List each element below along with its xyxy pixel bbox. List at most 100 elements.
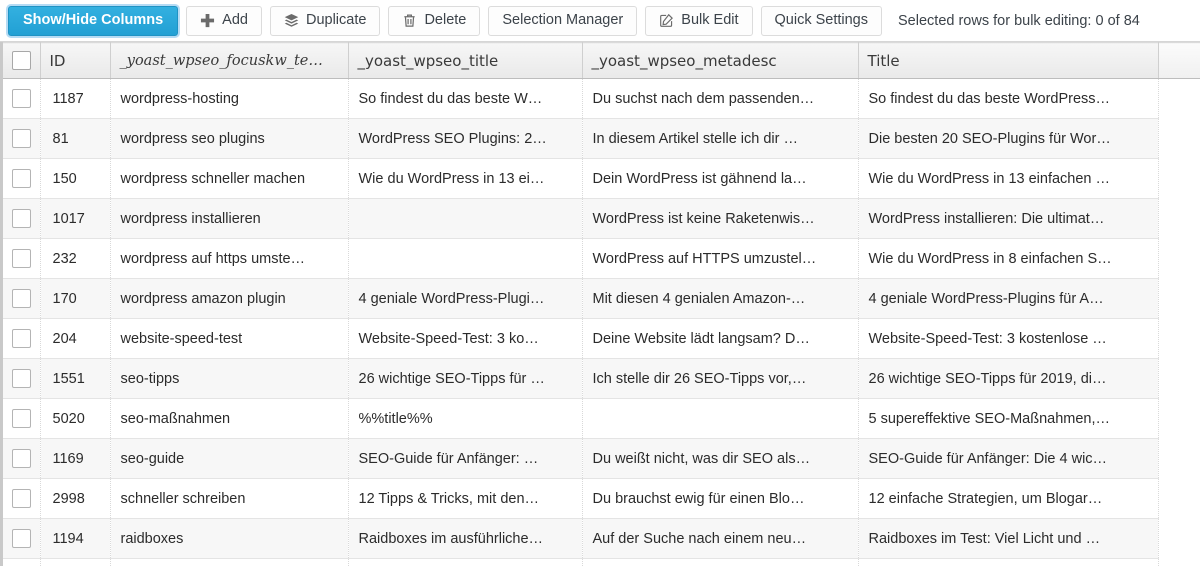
- cell-id[interactable]: 2998: [40, 478, 111, 519]
- cell-title[interactable]: Wie du WordPress in 13 einfachen …: [858, 158, 1159, 199]
- cell-seotitle[interactable]: Raidboxes im ausführliche…: [348, 518, 583, 559]
- row-select-cell[interactable]: [3, 118, 41, 159]
- row-checkbox[interactable]: [11, 489, 31, 508]
- cell-title[interactable]: 12 einfache Strategien, um Blogar…: [858, 478, 1159, 519]
- cell-id[interactable]: 1187: [40, 78, 111, 119]
- cell-focuskw[interactable]: wordpress-hosting: [110, 78, 349, 119]
- cell-metadesc[interactable]: WordPress ist keine Raketenwis…: [582, 198, 859, 239]
- table-row[interactable]: 232 wordpress auf https umste… WordPress a…: [3, 238, 1200, 279]
- cell-focuskw[interactable]: seo-maßnahmen: [110, 398, 349, 439]
- table-row[interactable]: 150 wordpress schneller machen Wie du Word…: [3, 158, 1200, 199]
- row-select-cell[interactable]: [3, 478, 41, 519]
- cell-focuskw[interactable]: passives einkommen: [110, 558, 349, 566]
- row-checkbox[interactable]: [11, 289, 31, 308]
- row-select-cell[interactable]: [3, 278, 41, 319]
- cell-id[interactable]: 170: [40, 278, 111, 319]
- row-checkbox[interactable]: [11, 329, 31, 348]
- cell-seotitle[interactable]: [348, 238, 583, 279]
- cell-id[interactable]: 5020: [40, 398, 111, 439]
- cell-seotitle[interactable]: Wie du WordPress in 13 ei…: [348, 158, 583, 199]
- quick-settings-button[interactable]: Quick Settings: [760, 5, 883, 36]
- delete-button[interactable]: Delete: [388, 5, 481, 36]
- cell-metadesc[interactable]: Deine Website lädt langsam? D…: [582, 318, 859, 359]
- cell-title[interactable]: Raidboxes im Test: Viel Licht und …: [858, 518, 1159, 559]
- cell-id[interactable]: 204: [40, 318, 111, 359]
- cell-title[interactable]: Sponsored Posts adé! So generiers…: [858, 558, 1159, 566]
- table-row[interactable]: 2998 schneller schreiben 12 Tipps & Tricks…: [3, 478, 1200, 519]
- cell-id[interactable]: 1194: [40, 518, 111, 559]
- cell-metadesc[interactable]: Mit diesen 4 genialen Amazon-…: [582, 278, 859, 319]
- cell-title[interactable]: Wie du WordPress in 8 einfachen S…: [858, 238, 1159, 279]
- cell-metadesc[interactable]: Ich stelle dir 26 SEO-Tipps vor,…: [582, 358, 859, 399]
- row-select-cell[interactable]: [3, 398, 41, 439]
- row-checkbox[interactable]: [11, 529, 31, 548]
- row-checkbox[interactable]: [11, 369, 31, 388]
- row-checkbox[interactable]: [11, 409, 31, 428]
- cell-focuskw[interactable]: website-speed-test: [110, 318, 349, 359]
- row-select-cell[interactable]: [3, 438, 41, 479]
- cell-title[interactable]: So findest du das beste WordPress…: [858, 78, 1159, 119]
- cell-focuskw[interactable]: wordpress schneller machen: [110, 158, 349, 199]
- cell-title[interactable]: 5 supereffektive SEO-Maßnahmen,…: [858, 398, 1159, 439]
- table-row[interactable]: 1017 wordpress installieren WordPress ist …: [3, 198, 1200, 239]
- cell-title[interactable]: SEO-Guide für Anfänger: Die 4 wic…: [858, 438, 1159, 479]
- cell-seotitle[interactable]: 4 geniale WordPress-Plugi…: [348, 278, 583, 319]
- table-row[interactable]: 170 wordpress amazon plugin 4 geniale Word…: [3, 278, 1200, 319]
- row-select-cell[interactable]: [3, 358, 41, 399]
- cell-seotitle[interactable]: Website-Speed-Test: 3 ko…: [348, 318, 583, 359]
- cell-metadesc[interactable]: In diesem Artikel stelle ich dir …: [582, 118, 859, 159]
- column-header-id[interactable]: ID: [40, 42, 111, 79]
- table-row[interactable]: 1080passives einkommenPassives Einkommen…: [3, 558, 1200, 566]
- table-row[interactable]: 1194 raidboxes Raidboxes im ausführliche… A…: [3, 518, 1200, 559]
- cell-seotitle[interactable]: SEO-Guide für Anfänger: …: [348, 438, 583, 479]
- cell-seotitle[interactable]: So findest du das beste W…: [348, 78, 583, 119]
- cell-focuskw[interactable]: wordpress seo plugins: [110, 118, 349, 159]
- cell-focuskw[interactable]: wordpress amazon plugin: [110, 278, 349, 319]
- row-checkbox[interactable]: [11, 129, 31, 148]
- cell-title[interactable]: 4 geniale WordPress-Plugins für A…: [858, 278, 1159, 319]
- select-all-checkbox[interactable]: [11, 51, 31, 70]
- row-select-cell[interactable]: [3, 158, 41, 199]
- cell-focuskw[interactable]: wordpress auf https umste…: [110, 238, 349, 279]
- cell-metadesc[interactable]: Dein WordPress ist gähnend la…: [582, 158, 859, 199]
- cell-title[interactable]: Website-Speed-Test: 3 kostenlose …: [858, 318, 1159, 359]
- cell-id[interactable]: 81: [40, 118, 111, 159]
- column-header-seotitle[interactable]: _yoast_wpseo_title: [348, 42, 583, 79]
- cell-metadesc[interactable]: Du suchst nach dem passenden…: [582, 78, 859, 119]
- cell-seotitle[interactable]: 12 Tipps & Tricks, mit den…: [348, 478, 583, 519]
- column-header-title[interactable]: Title: [858, 42, 1159, 79]
- cell-seotitle[interactable]: %%title%%: [348, 398, 583, 439]
- cell-id[interactable]: 1080: [40, 558, 111, 566]
- column-header-focuskw[interactable]: _yoast_wpseo_focuskw_te…: [110, 42, 349, 79]
- cell-focuskw[interactable]: schneller schreiben: [110, 478, 349, 519]
- select-all-header[interactable]: [3, 42, 41, 79]
- table-row[interactable]: 1551 seo-tipps 26 wichtige SEO-Tipps für ……: [3, 358, 1200, 399]
- table-row[interactable]: 1187 wordpress-hosting So findest du das b…: [3, 78, 1200, 119]
- row-checkbox[interactable]: [11, 169, 31, 188]
- cell-metadesc[interactable]: [582, 398, 859, 439]
- row-checkbox[interactable]: [11, 209, 31, 228]
- cell-metadesc[interactable]: Auf der Suche nach einem neu…: [582, 518, 859, 559]
- row-checkbox[interactable]: [11, 449, 31, 468]
- bulk-edit-button[interactable]: Bulk Edit: [645, 5, 753, 36]
- cell-seotitle[interactable]: 26 wichtige SEO-Tipps für …: [348, 358, 583, 399]
- selection-manager-button[interactable]: Selection Manager: [488, 5, 638, 36]
- cell-focuskw[interactable]: raidboxes: [110, 518, 349, 559]
- cell-seotitle[interactable]: WordPress SEO Plugins: 2…: [348, 118, 583, 159]
- row-select-cell[interactable]: [3, 558, 41, 566]
- cell-metadesc[interactable]: WordPress auf HTTPS umzustel…: [582, 238, 859, 279]
- row-select-cell[interactable]: [3, 78, 41, 119]
- row-select-cell[interactable]: [3, 198, 41, 239]
- cell-metadesc[interactable]: Du brauchst ewig für einen Blo…: [582, 478, 859, 519]
- table-row[interactable]: 204 website-speed-test Website-Speed-Test:…: [3, 318, 1200, 359]
- show-hide-columns-button[interactable]: Show/Hide Columns: [8, 5, 179, 36]
- duplicate-button[interactable]: Duplicate: [269, 5, 381, 36]
- cell-seotitle[interactable]: [348, 198, 583, 239]
- row-select-cell[interactable]: [3, 238, 41, 279]
- cell-id[interactable]: 1017: [40, 198, 111, 239]
- cell-metadesc[interactable]: Du weißt nicht, was dir SEO als…: [582, 438, 859, 479]
- row-checkbox[interactable]: [11, 249, 31, 268]
- cell-title[interactable]: 26 wichtige SEO-Tipps für 2019, di…: [858, 358, 1159, 399]
- table-row[interactable]: 1169 seo-guide SEO-Guide für Anfänger: … Du…: [3, 438, 1200, 479]
- cell-id[interactable]: 232: [40, 238, 111, 279]
